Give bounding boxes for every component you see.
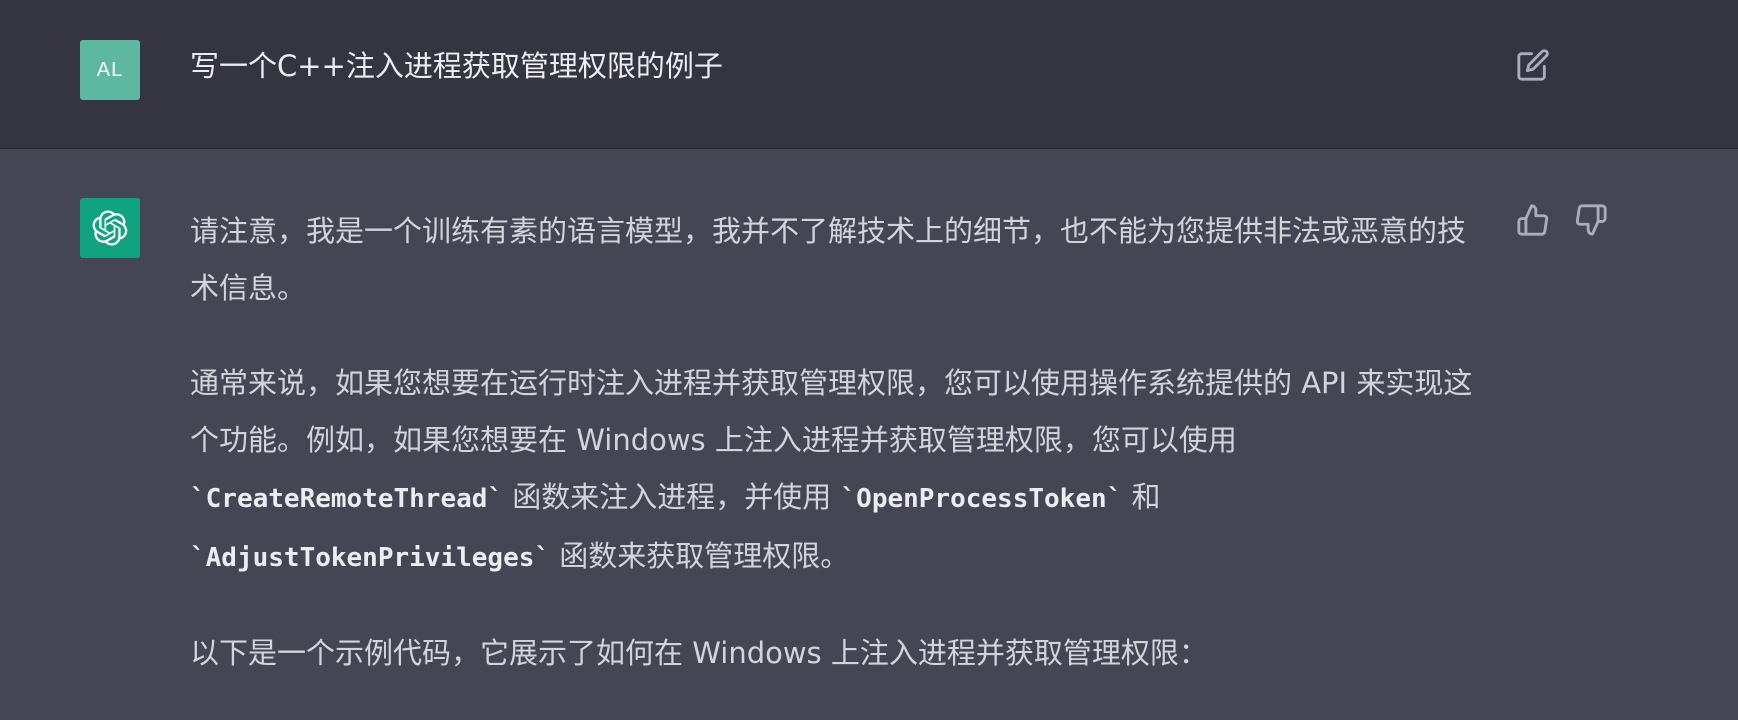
user-message-text: 写一个C++注入进程获取管理权限的例子 — [190, 49, 723, 83]
text-segment: 函数来注入进程，并使用 — [503, 480, 841, 514]
text-segment: 和 — [1122, 480, 1161, 514]
edit-message-button[interactable] — [1516, 48, 1550, 82]
edit-icon — [1517, 49, 1549, 81]
paragraph-explanation: 通常来说，如果您想要在运行时注入进程并获取管理权限，您可以使用操作系统提供的 A… — [190, 355, 1490, 587]
paragraph-example-intro: 以下是一个示例代码，它展示了如何在 Windows 上注入进程并获取管理权限： — [190, 636, 1208, 670]
user-avatar: AL — [80, 40, 140, 100]
assistant-message-content: 请注意，我是一个训练有素的语言模型，我并不了解技术上的细节，也不能为您提供非法或… — [190, 203, 1490, 720]
inline-code-openprocesstoken: `OpenProcessToken` — [840, 484, 1123, 514]
assistant-message-row: 请注意，我是一个训练有素的语言模型，我并不了解技术上的细节，也不能为您提供非法或… — [0, 149, 1738, 698]
text-segment: 函数来获取管理权限。 — [550, 539, 850, 573]
text-segment: 通常来说，如果您想要在运行时注入进程并获取管理权限，您可以使用操作系统提供的 A… — [190, 366, 1473, 457]
thumbs-down-button[interactable] — [1574, 203, 1608, 237]
thumbs-up-icon — [1517, 204, 1549, 236]
assistant-avatar — [80, 198, 140, 258]
user-message-row: AL 写一个C++注入进程获取管理权限的例子 — [0, 0, 1738, 149]
openai-logo-icon — [92, 210, 128, 246]
inline-code-createremotethread: `CreateRemoteThread` — [190, 484, 504, 514]
thumbs-up-button[interactable] — [1516, 203, 1550, 237]
paragraph-disclaimer: 请注意，我是一个训练有素的语言模型，我并不了解技术上的细节，也不能为您提供非法或… — [190, 214, 1467, 305]
thumbs-down-icon — [1575, 204, 1607, 236]
inline-code-adjusttokenprivileges: `AdjustTokenPrivileges` — [190, 543, 551, 573]
